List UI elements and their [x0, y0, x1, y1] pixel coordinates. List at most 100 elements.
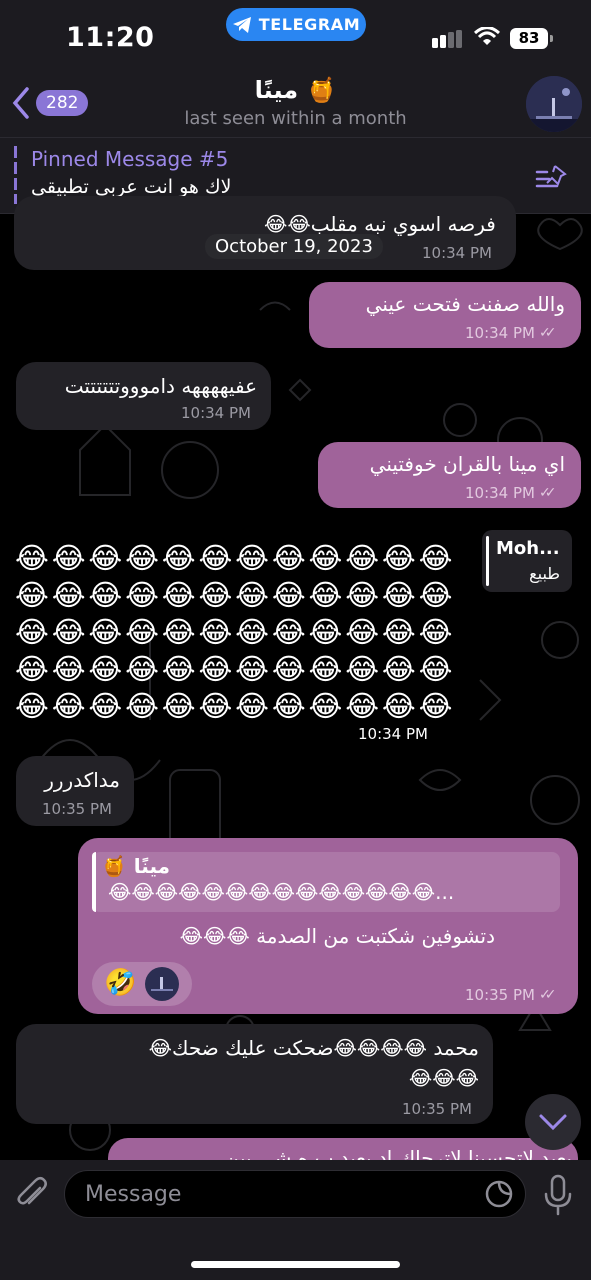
grid-emoji: 😂	[15, 615, 49, 649]
grid-emoji: 😂	[235, 689, 270, 723]
message-text-line2: 😂😂😂	[408, 1066, 479, 1090]
message-text: محمد 😂😂😂😂ضحكت عليك ضحك😂	[148, 1036, 479, 1060]
sticker-icon[interactable]	[484, 1179, 514, 1209]
reactions-pill[interactable]: 🤣	[92, 962, 192, 1006]
grid-emoji: 😂	[381, 652, 416, 686]
status-bar: 11:20 TELEGRAM 83	[0, 0, 591, 72]
grid-emoji: 😂	[271, 541, 306, 575]
grid-emoji: 😂	[235, 541, 270, 575]
grid-emoji: 😂	[418, 541, 453, 575]
grid-emoji: 😂	[198, 652, 233, 686]
pinned-indicator-bar	[14, 146, 17, 204]
status-time: 11:20	[66, 22, 155, 53]
grid-emoji: 😂	[381, 541, 416, 575]
message-incoming[interactable]: محمد 😂😂😂😂ضحكت عليك ضحك😂 😂😂😂 10:35 PM	[16, 1024, 493, 1124]
grid-emoji: 😂	[15, 689, 49, 723]
grid-emoji: 😂	[198, 689, 233, 723]
grid-emoji: 😂	[51, 578, 86, 612]
grid-emoji: 😂	[308, 615, 343, 649]
wifi-icon	[474, 27, 500, 45]
pinned-text: لاك هو انت عربي تطبيقي	[31, 176, 232, 198]
grid-emoji: 😂	[125, 541, 159, 575]
message-text: اي مينا بالقران خوفتيني	[369, 452, 565, 476]
grid-emoji: 😂	[51, 615, 86, 649]
reaction-emoji[interactable]: 🤣	[104, 968, 136, 998]
grid-emoji: 😂	[161, 541, 196, 575]
message-text: والله صفنت فتحت عيني	[365, 292, 565, 316]
reply-name: Moh...	[496, 538, 560, 559]
grid-emoji: 😂	[345, 578, 380, 612]
grid-emoji: 😂	[88, 652, 123, 686]
message-time: 10:35 PM	[42, 800, 112, 818]
telegram-plane-icon	[232, 16, 251, 33]
grid-emoji: 😂	[271, 578, 306, 612]
reply-text: طبيع	[529, 564, 560, 583]
night-scene-avatar-icon	[526, 76, 582, 132]
reply-bar	[486, 536, 489, 586]
date-chip: October 19, 2023	[205, 234, 383, 259]
chevron-down-icon	[539, 1114, 567, 1131]
home-indicator[interactable]	[191, 1261, 400, 1268]
message-input[interactable]	[64, 1170, 526, 1218]
emoji-grid-message[interactable]: 😂 😂 😂 😂 😂 😂 😂 😂 😂 😂 😂 😂 😂 😂 😂 😂 😂 😂 😂 😂 😂 😂 😂 😂 😂 😂 😂 😂 😂 😂 😂 😂 😂 😂 😂 😂 😂 😂 😂 😂…	[15, 542, 455, 723]
grid-emoji: 😂	[161, 615, 196, 649]
grid-emoji: 😂	[198, 615, 233, 649]
grid-emoji: 😂	[308, 541, 343, 575]
message-incoming[interactable]: مداكدررر 10:35 PM	[16, 756, 134, 826]
paperclip-icon[interactable]	[14, 1174, 50, 1214]
message-outgoing[interactable]: اي مينا بالقران خوفتيني 10:34 PM ✓✓	[318, 442, 581, 508]
grid-emoji: 😂	[88, 615, 123, 649]
message-time: 10:34 PM	[358, 725, 428, 743]
chat-status: last seen within a month	[184, 108, 407, 129]
message-text: دتشوفين شكتبت من الصدمة 😂😂😂	[179, 924, 495, 948]
microphone-icon[interactable]	[542, 1174, 574, 1216]
telegram-pill[interactable]: TELEGRAM	[226, 8, 366, 41]
reply-quote[interactable]: مينًا 🍯 😂😂😂😂😂😂😂😂😂😂😂😂😂😂...	[92, 852, 560, 912]
grid-emoji: 😂	[418, 652, 453, 686]
grid-emoji: 😂	[345, 615, 380, 649]
message-text: عفيههههه داموووتتتتتتت	[64, 374, 257, 398]
grid-emoji: 😂	[51, 689, 86, 723]
grid-emoji: 😂	[198, 578, 233, 612]
grid-emoji: 😂	[51, 541, 86, 575]
grid-emoji: 😂	[88, 689, 123, 723]
quote-text: 😂😂😂😂😂😂😂😂😂😂😂😂😂😂...	[108, 880, 455, 904]
grid-emoji: 😂	[418, 689, 453, 723]
message-time: 10:34 PM ✓✓	[465, 484, 557, 502]
reactor-avatar-icon	[145, 967, 179, 1001]
message-outgoing[interactable]: والله صفنت فتحت عيني 10:34 PM ✓✓	[309, 282, 581, 348]
grid-emoji: 😂	[198, 541, 233, 575]
grid-emoji: 😂	[125, 578, 159, 612]
grid-emoji: 😂	[381, 578, 416, 612]
pinned-title: Pinned Message #5	[31, 147, 229, 171]
pin-list-icon[interactable]	[535, 164, 569, 190]
avatar[interactable]	[526, 76, 582, 132]
grid-emoji: 😂	[271, 615, 306, 649]
read-checks-icon: ✓✓	[538, 324, 557, 341]
grid-emoji: 😂	[125, 652, 159, 686]
grid-emoji: 😂	[15, 578, 49, 612]
grid-emoji: 😂	[161, 689, 196, 723]
grid-emoji: 😂	[15, 541, 49, 575]
chat-header: 282 مينًا 🍯 last seen within a month	[0, 72, 591, 138]
message-time: 10:34 PM	[422, 244, 492, 262]
grid-emoji: 😂	[88, 541, 123, 575]
message-time: 10:34 PM	[181, 404, 251, 422]
message-time: 10:35 PM	[402, 1100, 472, 1118]
grid-emoji: 😂	[418, 578, 453, 612]
chat-title[interactable]: مينًا 🍯	[0, 76, 591, 104]
grid-emoji: 😂	[345, 689, 380, 723]
grid-emoji: 😂	[271, 652, 306, 686]
grid-emoji: 😂	[235, 578, 270, 612]
message-text: مداكدررر	[44, 768, 120, 792]
grid-emoji: 😂	[235, 615, 270, 649]
quote-bar	[92, 852, 96, 912]
grid-emoji: 😂	[345, 652, 380, 686]
message-incoming[interactable]: عفيههههه داموووتتتتتتت 10:34 PM	[16, 362, 271, 430]
grid-emoji: 😂	[418, 615, 453, 649]
reply-preview-card[interactable]: Moh... طبيع	[482, 530, 572, 592]
scroll-down-button[interactable]	[525, 1094, 581, 1150]
battery-indicator: 83	[510, 28, 553, 49]
grid-emoji: 😂	[125, 615, 159, 649]
grid-emoji: 😂	[271, 689, 306, 723]
